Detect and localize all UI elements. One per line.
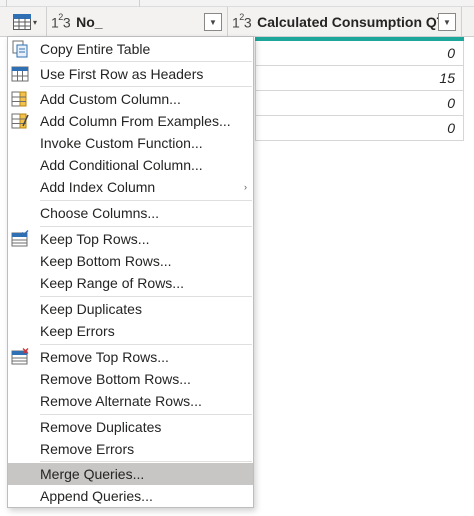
type-digit: 3 [62,14,71,31]
whole-number-type-icon[interactable]: 123 [232,11,252,31]
menu-separator [40,296,252,297]
column-header-no[interactable]: 123 No_ ▼ [47,7,228,37]
whole-number-type-icon[interactable]: 123 [51,11,71,31]
menu-item-label: Use First Row as Headers [40,66,204,82]
menu-item-label: Remove Errors [40,441,135,457]
menu-item-choose-columns[interactable]: Choose Columns... [8,202,253,224]
table-icon [13,14,31,30]
menu-separator [40,344,252,345]
menu-item-label: Remove Alternate Rows... [40,393,202,409]
table-context-menu: Copy Entire Table Use First Row as Heade… [7,36,254,508]
menu-item-label: Keep Top Rows... [40,231,150,247]
type-digit: 3 [243,14,252,31]
menu-item-label: Keep Duplicates [40,301,142,317]
menu-separator [40,200,252,201]
custom-column-icon [11,91,27,107]
chevron-down-icon: ▼ [209,17,217,27]
menu-item-label: Merge Queries... [40,466,145,482]
type-digit-sup: 2 [58,11,63,22]
menu-item-label: Remove Duplicates [40,419,162,435]
menu-item-remove-duplicates[interactable]: Remove Duplicates [8,416,253,438]
menu-item-label: Keep Range of Rows... [40,275,184,291]
column-name-calculated-consumption-qty: Calculated Consumption QTY [257,14,455,30]
top-strip [0,0,474,7]
menu-item-merge-queries[interactable]: Merge Queries... [8,463,253,485]
column-name-no: No_ [76,14,103,30]
remove-rows-icon [11,348,29,365]
column-filter-button[interactable]: ▼ [438,13,456,31]
chevron-down-icon: ▾ [33,17,38,27]
table-menu-button[interactable]: ▾ [7,7,47,37]
menu-item-label: Keep Errors [40,323,115,339]
first-row-headers-icon [11,66,29,82]
menu-item-keep-errors[interactable]: Keep Errors [8,320,253,342]
menu-item-label: Append Queries... [40,488,153,504]
menu-separator [40,414,252,415]
menu-item-label: Choose Columns... [40,205,160,221]
menu-item-remove-bottom-rows[interactable]: Remove Bottom Rows... [8,368,253,390]
menu-item-label: Remove Bottom Rows... [40,371,191,387]
menu-item-append-queries[interactable]: Append Queries... [8,485,253,507]
menu-item-add-custom-column[interactable]: Add Custom Column... [8,88,253,110]
menu-item-keep-duplicates[interactable]: Keep Duplicates [8,298,253,320]
menu-item-remove-top-rows[interactable]: Remove Top Rows... [8,346,253,368]
menu-item-label: Copy Entire Table [40,41,151,57]
menu-item-copy-entire-table[interactable]: Copy Entire Table [8,38,253,60]
menu-item-keep-bottom-rows[interactable]: Keep Bottom Rows... [8,250,253,272]
column-header-calculated-consumption-qty[interactable]: 123 Calculated Consumption QTY ▼ [228,7,462,37]
menu-item-label: Add Custom Column... [40,91,181,107]
chevron-right-icon: › [244,182,247,192]
menu-item-label: Add Index Column [40,179,156,195]
table-cell[interactable]: 0 [255,91,464,116]
column-header-row: ▾ 123 No_ ▼ 123 Calculated Consumption Q… [0,7,474,37]
menu-item-remove-alternate-rows[interactable]: Remove Alternate Rows... [8,390,253,412]
top-strip-segment [7,0,140,7]
menu-item-add-column-from-examples[interactable]: Add Column From Examples... [8,110,253,132]
menu-separator [40,226,252,227]
menu-item-use-first-row-as-headers[interactable]: Use First Row as Headers [8,63,253,85]
menu-item-add-index-column[interactable]: Add Index Column › [8,176,253,198]
type-digit-sup: 2 [239,11,244,22]
table-cell[interactable]: 0 [255,41,464,66]
keep-rows-icon [11,230,29,247]
menu-item-label: Add Column From Examples... [40,113,231,129]
copy-table-icon [12,40,28,58]
chevron-down-icon: ▼ [443,17,451,27]
column-from-examples-icon [11,113,29,129]
table-cell[interactable]: 0 [255,116,464,141]
menu-item-keep-top-rows[interactable]: Keep Top Rows... [8,228,253,250]
menu-separator [40,86,252,87]
menu-item-keep-range-of-rows[interactable]: Keep Range of Rows... [8,272,253,294]
menu-item-remove-errors[interactable]: Remove Errors [8,438,253,460]
top-strip-segment [0,0,7,7]
menu-item-invoke-custom-function[interactable]: Invoke Custom Function... [8,132,253,154]
column-filter-button[interactable]: ▼ [204,13,222,31]
menu-item-label: Keep Bottom Rows... [40,253,172,269]
table-cell[interactable]: 15 [255,66,464,91]
menu-item-add-conditional-column[interactable]: Add Conditional Column... [8,154,253,176]
menu-item-label: Invoke Custom Function... [40,135,203,151]
menu-separator [40,61,252,62]
menu-item-label: Add Conditional Column... [40,157,203,173]
menu-separator [40,461,252,462]
menu-item-label: Remove Top Rows... [40,349,169,365]
